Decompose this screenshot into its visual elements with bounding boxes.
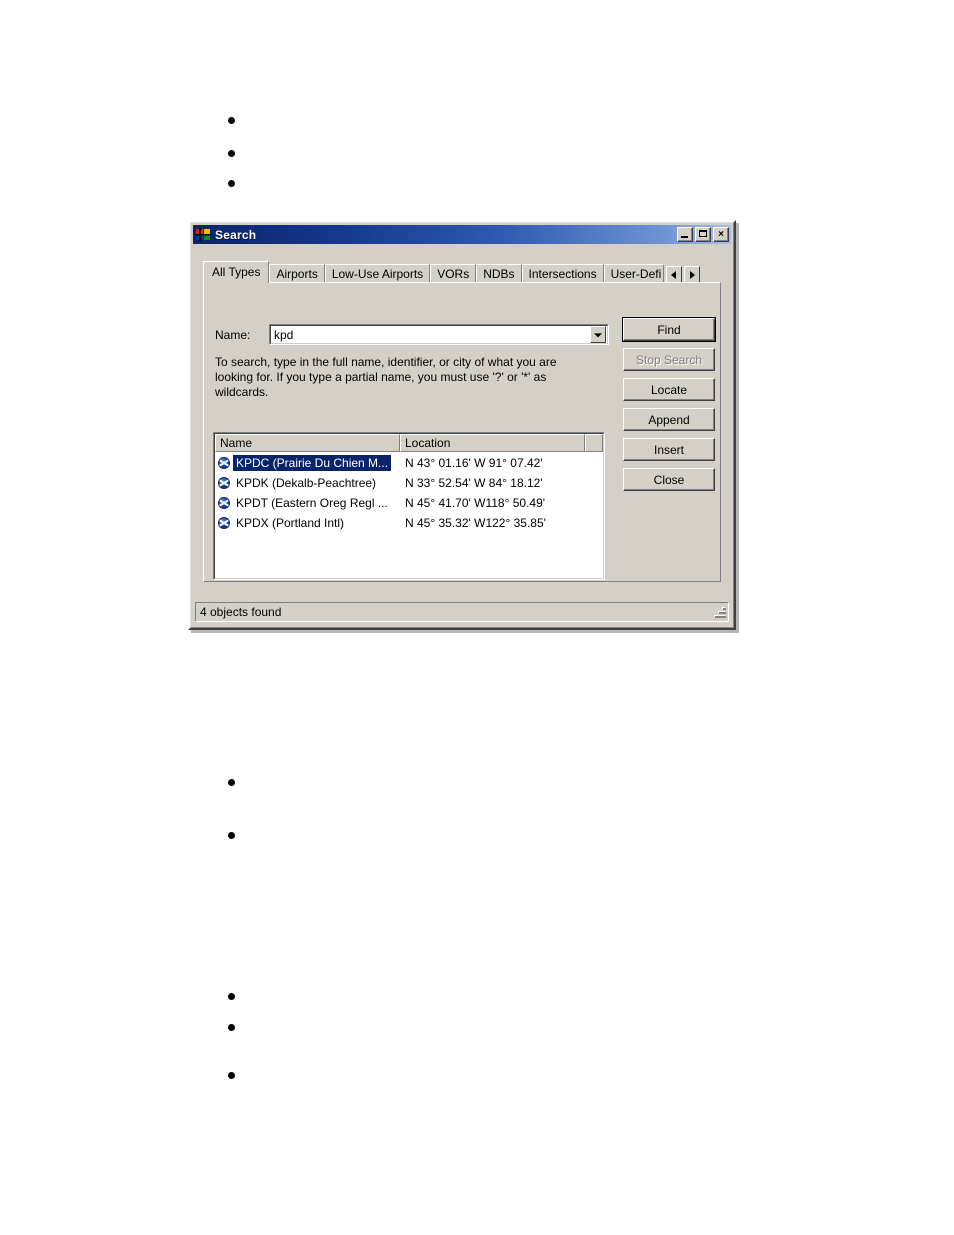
result-location: N 43° 01.16' W 91° 07.42' <box>405 456 543 470</box>
result-name: KPDC (Prairie Du Chien M... <box>233 455 392 471</box>
tab-strip: All Types Airports Low-Use Airports VORs… <box>203 261 721 283</box>
result-name: KPDX (Portland Intl) <box>236 516 345 530</box>
column-header-extra[interactable] <box>585 434 603 452</box>
tab-user-defined[interactable]: User-Defi <box>603 264 664 283</box>
search-window-icon <box>196 227 211 242</box>
table-row[interactable]: KPDX (Portland Intl) N 45° 35.32' W122° … <box>215 513 603 533</box>
bullet-point <box>228 779 235 786</box>
stop-search-button: Stop Search <box>623 348 715 371</box>
name-label: Name: <box>215 328 251 342</box>
append-button[interactable]: Append <box>623 408 715 431</box>
status-text: 4 objects found <box>200 605 282 619</box>
results-rows: KPDC (Prairie Du Chien M... N 43° 01.16'… <box>215 452 603 533</box>
tab-low-use-airports[interactable]: Low-Use Airports <box>324 264 431 283</box>
action-buttons: Find Stop Search Locate Append Insert Cl… <box>622 317 716 498</box>
find-button[interactable]: Find <box>622 317 716 342</box>
result-location: N 33° 52.54' W 84° 18.12' <box>405 476 543 490</box>
tab-ndbs[interactable]: NDBs <box>476 264 522 283</box>
bullet-point <box>228 993 235 1000</box>
status-bar: 4 objects found <box>195 602 729 622</box>
locate-button[interactable]: Locate <box>623 378 715 401</box>
bullet-point <box>228 117 235 124</box>
airport-icon <box>217 456 231 470</box>
table-row[interactable]: KPDK (Dekalb-Peachtree) N 33° 52.54' W 8… <box>215 473 603 493</box>
tab-vors[interactable]: VORs <box>430 264 477 283</box>
result-name-cell: KPDC (Prairie Du Chien M... <box>215 455 400 471</box>
result-location: N 45° 41.70' W118° 50.49' <box>405 496 546 510</box>
window-controls: × <box>677 227 729 242</box>
scroll-right-arrow-icon[interactable] <box>683 266 700 283</box>
close-button[interactable]: × <box>713 227 729 242</box>
result-name: KPDT (Eastern Oreg Regl ... <box>236 496 388 510</box>
result-location: N 45° 35.32' W122° 35.85' <box>405 516 546 530</box>
column-header-location[interactable]: Location <box>400 434 585 452</box>
help-text: To search, type in the full name, identi… <box>215 355 557 399</box>
bullet-point <box>228 150 235 157</box>
result-name: KPDK (Dekalb-Peachtree) <box>236 476 377 490</box>
title-bar[interactable]: Search × <box>193 225 731 244</box>
tab-scroll-buttons <box>665 264 700 283</box>
search-dialog: Search × All Types Airports Low-Use Airp… <box>188 220 736 630</box>
dialog-frame: Search × All Types Airports Low-Use Airp… <box>190 222 734 628</box>
insert-button[interactable]: Insert <box>623 438 715 461</box>
minimize-button[interactable] <box>677 227 693 242</box>
resize-grip-icon[interactable] <box>713 605 727 619</box>
bullet-point <box>228 1072 235 1079</box>
results-list-inner: Name Location KPDC (Prairie Du Chien M..… <box>214 433 604 579</box>
window-title: Search <box>215 227 257 242</box>
close-icon: × <box>718 229 724 240</box>
airport-icon <box>217 516 231 530</box>
bullet-point <box>228 1024 235 1031</box>
tab-airports[interactable]: Airports <box>269 264 325 283</box>
tab-intersections[interactable]: Intersections <box>521 264 604 283</box>
close-dialog-button[interactable]: Close <box>623 468 715 491</box>
chevron-down-icon[interactable] <box>590 326 606 343</box>
results-header-row: Name Location <box>215 434 603 452</box>
result-name-cell: KPDK (Dekalb-Peachtree) <box>215 475 400 491</box>
result-name-cell: KPDT (Eastern Oreg Regl ... <box>215 495 400 511</box>
scroll-left-arrow-icon[interactable] <box>665 266 682 283</box>
result-name-cell: KPDX (Portland Intl) <box>215 515 400 531</box>
airport-icon <box>217 496 231 510</box>
name-combobox-inner: kpd <box>270 325 608 344</box>
bullet-point <box>228 832 235 839</box>
tab-all-types[interactable]: All Types <box>203 261 270 283</box>
bullet-point <box>228 180 235 187</box>
results-list[interactable]: Name Location KPDC (Prairie Du Chien M..… <box>213 432 605 580</box>
table-row[interactable]: KPDC (Prairie Du Chien M... N 43° 01.16'… <box>215 453 603 473</box>
table-row[interactable]: KPDT (Eastern Oreg Regl ... N 45° 41.70'… <box>215 493 603 513</box>
airport-icon <box>217 476 231 490</box>
name-combobox[interactable]: kpd <box>269 324 609 345</box>
dialog-body: All Types Airports Low-Use Airports VORs… <box>193 244 731 625</box>
maximize-button[interactable] <box>695 227 711 242</box>
search-input[interactable]: kpd <box>271 328 590 342</box>
column-header-name[interactable]: Name <box>215 434 400 452</box>
